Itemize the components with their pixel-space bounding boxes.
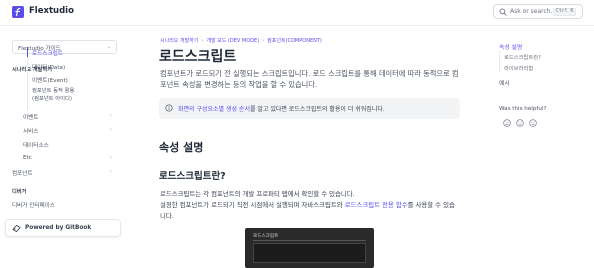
powered-by-label: Powered by GitBook xyxy=(25,225,92,231)
neutral-face-icon[interactable] xyxy=(516,119,524,127)
toc-line xyxy=(499,51,500,73)
page-description: 컴포넌트가 로드되기 전 실행되는 스크립트입니다. 로드 스크립트를 통해 데… xyxy=(160,69,459,89)
paragraph: 설정한 컴포넌트가 로드되기 직전 시점에서 실행되며 자바스크립트와 로드스크… xyxy=(160,200,460,221)
subsection-heading: 로드스크립트란? xyxy=(159,171,226,182)
sidebar-item-component-id[interactable]: (컴포넌트 아이디) xyxy=(32,96,72,103)
happy-face-icon[interactable] xyxy=(529,119,537,127)
sidebar-group-component[interactable]: 컴포넌트 xyxy=(12,169,33,177)
sidebar-group-etc[interactable]: Etc xyxy=(23,155,32,161)
divider xyxy=(253,240,366,241)
helpful-label: Was this helpful? xyxy=(499,106,547,112)
tree-active-indicator xyxy=(27,47,28,57)
chevron-right-icon[interactable]: › xyxy=(110,155,112,161)
top-header: Flextudio Ask or search... Ctrl K xyxy=(0,0,594,26)
sidebar-item-event[interactable]: 이벤트(Event) xyxy=(32,76,68,84)
search-icon xyxy=(499,8,507,16)
sidebar: Flextudio 가이드 ⌄ 시나리오 개발하기 로드스크립트 데이터(Dat… xyxy=(0,26,130,268)
chevron-right-icon[interactable]: › xyxy=(110,113,112,119)
search-shortcut-badge: Ctrl K xyxy=(553,8,577,16)
search-placeholder: Ask or search... xyxy=(510,8,557,15)
hint-box: 화면의 구성요소별 생성 순서를 알고 있다면 로드스크립트의 활용이 더 쉬워… xyxy=(159,98,460,119)
embedded-screenshot: 로드스크립트 xyxy=(245,228,374,268)
screenshot-title: 로드스크립트 xyxy=(253,234,279,239)
brand-name[interactable]: Flextudio xyxy=(29,6,74,16)
sidebar-item-data[interactable]: 데이터(Data) xyxy=(32,63,65,71)
breadcrumb-item[interactable]: 시나리오 개발하기 xyxy=(160,38,198,44)
breadcrumb-separator-icon: › xyxy=(262,38,265,44)
sidebar-group-service[interactable]: 서비스 xyxy=(23,127,38,135)
loadscript-functions-link[interactable]: 로드스크립트 전용 함수 xyxy=(345,201,408,209)
toc-item[interactable]: 예시 xyxy=(499,78,510,87)
sidebar-group-datasource[interactable]: 데이터소스 xyxy=(23,141,49,149)
info-icon xyxy=(165,104,173,112)
breadcrumb-separator-icon: › xyxy=(201,38,204,44)
hint-text: 화면의 구성요소별 생성 순서를 알고 있다면 로드스크립트의 활용이 더 쉬워… xyxy=(178,104,385,113)
page-title: 로드스크립트 xyxy=(159,49,237,65)
toc-item[interactable]: 로드스크립트란? xyxy=(504,53,541,61)
sidebar-item-component-dynamic[interactable]: 컴포넌트 동적 활용 xyxy=(32,88,74,95)
hint-rest: 를 알고 있다면 로드스크립트의 활용이 더 쉬워집니다. xyxy=(249,106,385,113)
toc-item[interactable]: 라이브러리함 xyxy=(504,64,533,72)
search-input[interactable]: Ask or search... Ctrl K xyxy=(493,4,583,19)
breadcrumb: 시나리오 개발하기 › 개발 모드 (DEV MODE) › 컴포넌트(COMPONEN… xyxy=(160,37,322,44)
breadcrumb-item[interactable]: 컴포넌트(COMPONENT) xyxy=(267,38,322,44)
hint-link[interactable]: 화면의 구성요소별 생성 순서 xyxy=(178,106,250,113)
toc-item[interactable]: 속성 설명 xyxy=(499,42,522,51)
sad-face-icon[interactable] xyxy=(503,119,511,127)
flextudio-logo-icon[interactable] xyxy=(12,6,24,18)
powered-by-gitbook[interactable]: Powered by GitBook xyxy=(5,219,121,237)
sidebar-item-debugger-interface[interactable]: 디버거 인터페이스 xyxy=(12,201,55,209)
chevron-down-icon: ⌄ xyxy=(106,44,111,50)
sidebar-group-event[interactable]: 이벤트 xyxy=(23,113,38,121)
sidebar-item-loadscript[interactable]: 로드스크립트 xyxy=(32,49,63,57)
gitbook-icon xyxy=(12,224,21,233)
chevron-right-icon[interactable]: › xyxy=(110,169,112,175)
chevron-right-icon[interactable]: › xyxy=(110,127,112,133)
paragraph-text: 설정한 컴포넌트가 로드되기 직전 시점에서 실행되며 자바스크립트와 xyxy=(160,201,345,209)
section-heading: 속성 설명 xyxy=(159,141,204,154)
script-editor-box xyxy=(253,243,366,263)
breadcrumb-item[interactable]: 개발 모드 (DEV MODE) xyxy=(206,38,259,44)
sidebar-section-title: 디버거 xyxy=(12,189,27,195)
paragraph: 로드스크립트는 각 컴포넌트의 개발 프로퍼티 탭에서 확인할 수 있습니다. xyxy=(160,190,355,198)
